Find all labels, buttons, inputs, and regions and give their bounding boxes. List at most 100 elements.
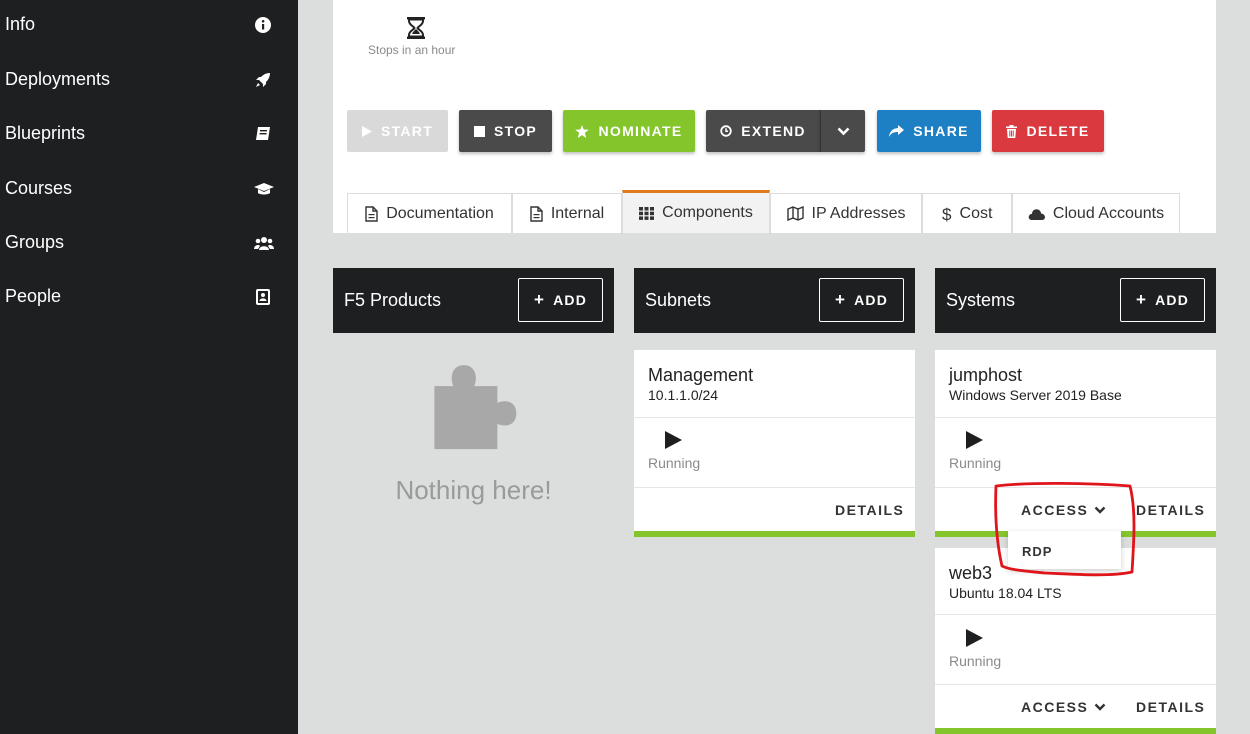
start-button-label: START xyxy=(380,123,434,139)
star-icon xyxy=(575,124,590,138)
card-subtitle: Ubuntu 18.04 LTS xyxy=(949,585,1062,601)
plus-icon: + xyxy=(1135,290,1148,309)
sidebar-item-deployments[interactable]: Deployments xyxy=(0,59,298,99)
sidebar-item-label: Info xyxy=(5,13,36,34)
sidebar-item-label: Groups xyxy=(5,231,65,252)
clock-icon xyxy=(720,125,732,137)
share-button[interactable]: SHARE xyxy=(877,110,981,152)
divider xyxy=(634,487,915,488)
details-link[interactable]: DETAILS xyxy=(1136,502,1205,518)
divider xyxy=(935,684,1216,685)
stop-icon xyxy=(473,125,485,137)
delete-button[interactable]: DELETE xyxy=(992,110,1104,152)
empty-state-text: Nothing here! xyxy=(395,475,552,505)
card-state: Running xyxy=(648,455,701,471)
card-subtitle: 10.1.1.0/24 xyxy=(648,387,719,403)
book-icon xyxy=(256,127,270,140)
sidebar-item-courses[interactable]: Courses xyxy=(0,168,298,208)
sidebar-item-label: Deployments xyxy=(5,68,111,89)
tab-cost[interactable]: $ Cost xyxy=(922,193,1012,233)
card-name: jumphost xyxy=(949,365,1023,385)
tab-components[interactable]: Components xyxy=(622,190,770,233)
tab-ip-addresses[interactable]: IP Addresses xyxy=(770,193,922,233)
grid-icon xyxy=(639,206,655,220)
plus-icon: + xyxy=(834,290,847,309)
play-icon[interactable] xyxy=(965,431,983,449)
access-label: ACCESS xyxy=(1021,699,1089,715)
details-link[interactable]: DETAILS xyxy=(1136,699,1205,715)
access-dropdown-menu: RDP xyxy=(1008,531,1121,569)
graduation-cap-icon xyxy=(254,183,274,195)
subnets-header: Subnets + ADD xyxy=(634,268,915,333)
divider xyxy=(935,487,1216,488)
divider xyxy=(935,417,1216,418)
extend-button-label: EXTEND xyxy=(741,123,806,139)
column-title: F5 Products xyxy=(344,290,442,310)
empty-state xyxy=(333,360,614,469)
chevron-down-icon xyxy=(1095,506,1106,514)
tab-documentation[interactable]: Documentation xyxy=(347,193,512,233)
card-subtitle: Windows Server 2019 Base xyxy=(949,387,1122,403)
sidebar: Info Deployments Blueprints Courses Grou… xyxy=(0,0,298,734)
chevron-down-icon xyxy=(1095,703,1106,711)
add-label: ADD xyxy=(854,292,889,308)
tab-label: Internal xyxy=(550,204,605,222)
divider xyxy=(634,417,915,418)
access-dropdown-button[interactable]: ACCESS xyxy=(1021,502,1106,518)
column-title: Subnets xyxy=(645,290,712,310)
access-option-rdp[interactable]: RDP xyxy=(1022,544,1052,559)
dollar-icon: $ xyxy=(942,206,952,222)
chevron-down-icon xyxy=(837,127,849,135)
tab-cloud-accounts[interactable]: Cloud Accounts xyxy=(1012,193,1180,233)
details-link[interactable]: DETAILS xyxy=(835,502,904,518)
play-icon[interactable] xyxy=(965,629,983,647)
card-state: Running xyxy=(949,455,1002,471)
address-book-icon xyxy=(256,289,270,305)
extend-button[interactable]: EXTEND xyxy=(706,110,820,152)
trash-icon xyxy=(1006,124,1018,138)
subnet-card: Management 10.1.1.0/24 Running DETAILS xyxy=(634,350,915,537)
system-card-web3: web3 Ubuntu 18.04 LTS Running ACCESS DET… xyxy=(935,548,1216,734)
tab-internal[interactable]: Internal xyxy=(512,193,622,233)
sidebar-item-label: Courses xyxy=(5,177,73,198)
cloud-icon xyxy=(1028,208,1045,220)
extend-options-toggle[interactable] xyxy=(820,110,865,152)
stop-button[interactable]: STOP xyxy=(459,110,552,152)
access-dropdown-button[interactable]: ACCESS xyxy=(1021,699,1106,715)
file-text-icon xyxy=(530,205,543,222)
svg-text:$: $ xyxy=(942,206,952,222)
add-subnet-button[interactable]: + ADD xyxy=(819,278,904,322)
sidebar-item-people[interactable]: People xyxy=(0,276,298,316)
play-icon xyxy=(361,125,372,137)
users-icon xyxy=(254,237,274,250)
card-name: web3 xyxy=(949,563,993,583)
share-button-label: SHARE xyxy=(913,123,969,139)
f5-products-header: F5 Products + ADD xyxy=(333,268,614,333)
systems-header: Systems + ADD xyxy=(935,268,1216,333)
rocket-icon xyxy=(256,73,270,87)
map-icon xyxy=(786,206,804,221)
sidebar-item-groups[interactable]: Groups xyxy=(0,222,298,262)
sidebar-item-blueprints[interactable]: Blueprints xyxy=(0,113,298,153)
nominate-button-label: NOMINATE xyxy=(598,123,683,139)
card-state: Running xyxy=(949,653,1002,669)
tab-label: IP Addresses xyxy=(811,204,906,222)
play-icon[interactable] xyxy=(664,431,682,449)
file-icon xyxy=(365,205,378,222)
info-icon xyxy=(255,17,271,33)
status-bar xyxy=(935,728,1216,734)
status-text: Stops in an hour xyxy=(368,43,456,57)
sidebar-item-info[interactable]: Info xyxy=(0,4,298,44)
puzzle-piece-icon xyxy=(433,365,516,450)
add-system-button[interactable]: + ADD xyxy=(1120,278,1205,322)
add-label: ADD xyxy=(1155,292,1190,308)
tab-label: Components xyxy=(662,204,753,221)
card-name: Management xyxy=(648,365,754,385)
delete-button-label: DELETE xyxy=(1026,123,1090,139)
add-f5-product-button[interactable]: + ADD xyxy=(518,278,603,322)
start-button[interactable]: START xyxy=(347,110,448,152)
sidebar-item-label: Blueprints xyxy=(5,122,86,143)
divider xyxy=(935,614,1216,615)
stop-button-label: STOP xyxy=(493,123,538,139)
nominate-button[interactable]: NOMINATE xyxy=(563,110,695,152)
